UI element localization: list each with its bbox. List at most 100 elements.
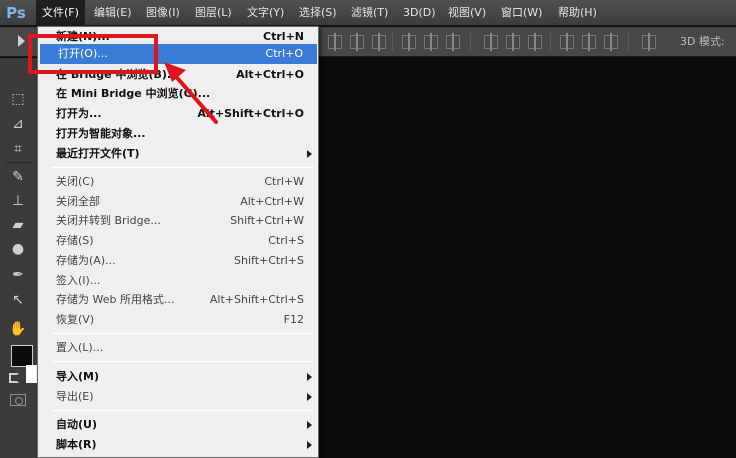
stamp-icon[interactable]: ⊥ <box>9 192 27 210</box>
menu-item-save[interactable]: 存储(S) Ctrl+S <box>38 231 318 251</box>
menu-item-label: 导出(E) <box>56 390 94 403</box>
menu-item-label: 签入(I)... <box>56 274 101 287</box>
submenu-arrow-icon <box>307 393 312 401</box>
menu-item-check-in[interactable]: 签入(I)... <box>38 271 318 291</box>
menu-item-label: 导入(M) <box>56 370 100 383</box>
photoshop-logo-icon[interactable]: Ps <box>2 2 30 24</box>
menu-bar: Ps 文件(F) 编辑(E) 图像(I) 图层(L) 文字(Y) 选择(S) 滤… <box>0 0 736 26</box>
quick-mask-icon[interactable] <box>10 394 26 406</box>
submenu-arrow-icon <box>307 373 312 381</box>
menu-item-label: 自动(U) <box>56 418 97 431</box>
menu-file[interactable]: 文件(F) <box>36 0 85 26</box>
menu-item-browse-mini-bridge[interactable]: 在 Mini Bridge 中浏览(G)... <box>38 84 318 104</box>
align-vcenter-icon[interactable] <box>350 33 364 51</box>
crop-icon[interactable]: ⌗ <box>9 140 27 158</box>
menu-item-close-all[interactable]: 关闭全部 Alt+Ctrl+W <box>38 192 318 212</box>
distribute-left-icon[interactable] <box>560 33 574 51</box>
menu-item-shortcut: Ctrl+O <box>265 47 303 60</box>
menu-item-label: 存储为(A)... <box>56 254 116 267</box>
menu-type[interactable]: 文字(Y) <box>241 0 290 26</box>
menu-item-save-for-web[interactable]: 存储为 Web 所用格式... Alt+Shift+Ctrl+S <box>38 290 318 310</box>
pen-icon[interactable]: ✒ <box>9 266 27 284</box>
menu-item-shortcut: Shift+Ctrl+W <box>230 214 304 227</box>
menu-item-open-as-smart-object[interactable]: 打开为智能对象... <box>38 124 318 144</box>
distribute-bottom-icon[interactable] <box>528 33 542 51</box>
menu-item-shortcut: Alt+Ctrl+W <box>240 195 304 208</box>
foreground-color-swatch[interactable] <box>11 345 33 367</box>
menu-item-shortcut: Ctrl+W <box>264 175 304 188</box>
menu-item-label: 置入(L)... <box>56 341 104 354</box>
menu-edit[interactable]: 编辑(E) <box>88 0 138 26</box>
menu-item-save-as[interactable]: 存储为(A)... Shift+Ctrl+S <box>38 251 318 271</box>
menu-item-shortcut: Alt+Shift+Ctrl+S <box>209 293 304 306</box>
menu-item-scripts[interactable]: 脚本(R) <box>38 435 318 455</box>
tool-preset-arrow-icon[interactable] <box>18 35 25 47</box>
align-right-icon[interactable] <box>446 33 460 51</box>
menu-image[interactable]: 图像(I) <box>140 0 186 26</box>
options-separator <box>550 33 551 51</box>
path-select-icon[interactable]: ↖ <box>9 291 27 309</box>
submenu-arrow-icon <box>307 150 312 158</box>
menu-separator <box>52 361 314 362</box>
menu-item-automate[interactable]: 自动(U) <box>38 415 318 435</box>
align-bottom-icon[interactable] <box>372 33 386 51</box>
tool-separator <box>6 162 32 163</box>
menu-item-export[interactable]: 导出(E) <box>38 387 318 407</box>
menu-item-recent-files[interactable]: 最近打开文件(T) <box>38 144 318 164</box>
lasso-icon[interactable]: ⊿ <box>9 115 27 133</box>
align-top-icon[interactable] <box>328 33 342 51</box>
menu-separator <box>52 410 314 411</box>
tool-bar: ⬚ ⊿ ⌗ ✎ ⊥ ▰ ● ✒ ↖ ✋ <box>0 58 38 458</box>
menu-item-browse-bridge[interactable]: 在 Bridge 中浏览(B)... Alt+Ctrl+O <box>38 65 318 85</box>
distribute-right-icon[interactable] <box>604 33 618 51</box>
menu-item-shortcut: Alt+Ctrl+O <box>236 68 304 81</box>
menu-item-close-go-bridge[interactable]: 关闭并转到 Bridge... Shift+Ctrl+W <box>38 211 318 231</box>
submenu-arrow-icon <box>307 441 312 449</box>
menu-separator <box>52 167 314 168</box>
menu-item-revert[interactable]: 恢复(V) F12 <box>38 310 318 330</box>
distribute-hcenter-icon[interactable] <box>582 33 596 51</box>
menu-select[interactable]: 选择(S) <box>293 0 343 26</box>
menu-item-label: 关闭全部 <box>56 195 100 208</box>
menu-item-label: 脚本(R) <box>56 438 97 451</box>
eraser-icon[interactable]: ▰ <box>9 216 27 234</box>
menu-item-label: 打开为... <box>56 107 102 120</box>
menu-item-open-as[interactable]: 打开为... Alt+Shift+Ctrl+O <box>38 104 318 124</box>
distribute-top-icon[interactable] <box>484 33 498 51</box>
menu-item-label: 关闭(C) <box>56 175 95 188</box>
menu-item-label: 最近打开文件(T) <box>56 147 140 160</box>
menu-layer[interactable]: 图层(L) <box>189 0 238 26</box>
swap-colors-icon[interactable] <box>9 373 19 383</box>
menu-item-import[interactable]: 导入(M) <box>38 367 318 387</box>
marquee-icon[interactable]: ⬚ <box>9 90 27 108</box>
menu-item-label: 存储为 Web 所用格式... <box>56 293 175 306</box>
menu-item-label: 关闭并转到 Bridge... <box>56 214 161 227</box>
options-separator <box>392 33 393 51</box>
menu-item-shortcut: Ctrl+S <box>268 234 304 247</box>
menu-3d[interactable]: 3D(D) <box>397 0 442 26</box>
menu-item-label: 在 Mini Bridge 中浏览(G)... <box>56 87 211 100</box>
menu-separator <box>52 333 314 334</box>
menu-help[interactable]: 帮助(H) <box>552 0 603 26</box>
menu-item-label: 打开为智能对象... <box>56 127 146 140</box>
auto-align-icon[interactable] <box>642 33 656 51</box>
submenu-arrow-icon <box>307 421 312 429</box>
healing-brush-icon[interactable]: ✎ <box>9 168 27 186</box>
hand-icon[interactable]: ✋ <box>9 320 27 338</box>
menu-item-shortcut: Shift+Ctrl+S <box>234 254 304 267</box>
options-separator <box>628 33 629 51</box>
distribute-vcenter-icon[interactable] <box>506 33 520 51</box>
blur-icon[interactable]: ● <box>9 240 27 258</box>
menu-item-label: 在 Bridge 中浏览(B)... <box>56 68 180 81</box>
menu-window[interactable]: 窗口(W) <box>495 0 548 26</box>
menu-view[interactable]: 视图(V) <box>442 0 492 26</box>
menu-item-open[interactable]: 打开(O)... Ctrl+O <box>40 44 317 64</box>
menu-item-place[interactable]: 置入(L)... <box>38 338 318 358</box>
menu-item-label: 存储(S) <box>56 234 94 247</box>
menu-filter[interactable]: 滤镜(T) <box>345 0 394 26</box>
align-left-icon[interactable] <box>402 33 416 51</box>
menu-item-label: 打开(O)... <box>58 47 108 60</box>
menu-item-close[interactable]: 关闭(C) Ctrl+W <box>38 172 318 192</box>
options-separator <box>470 33 471 51</box>
align-hcenter-icon[interactable] <box>424 33 438 51</box>
